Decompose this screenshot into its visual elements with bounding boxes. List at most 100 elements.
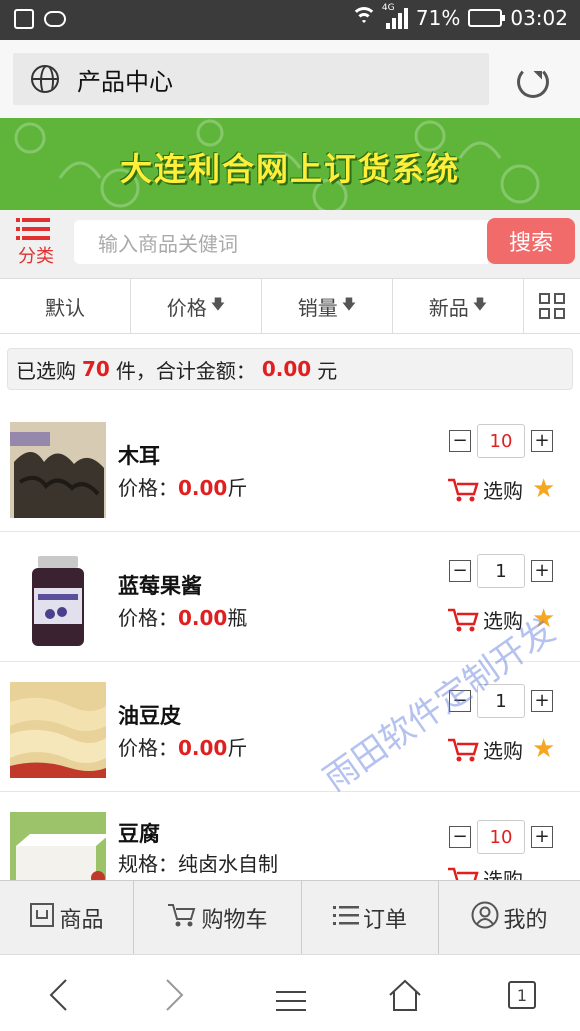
sort-price[interactable]: 价格 🡇 (131, 279, 262, 333)
product-price: 价格：0.00斤 (118, 732, 247, 761)
menu-icon[interactable] (273, 983, 309, 1019)
minus-button[interactable]: − (449, 826, 471, 848)
plus-button[interactable]: + (531, 826, 553, 848)
price-unit: 斤 (227, 736, 248, 760)
cloud-notification-icon (44, 11, 66, 27)
battery-percent: 71% (415, 6, 461, 30)
minus-button[interactable]: − (449, 560, 471, 582)
browser-nav-bar: 1 (0, 954, 580, 1031)
select-label: 选购 (483, 479, 523, 503)
minus-button[interactable]: − (449, 690, 471, 712)
product-item: 木耳 价格：0.00斤 − 10 + 选购 ★ (0, 402, 580, 532)
refresh-icon[interactable] (517, 66, 549, 98)
product-name: 豆腐 (118, 822, 160, 846)
product-icon (29, 902, 55, 934)
banner-title: 大连利合网上订货系统 (119, 150, 460, 188)
quantity-input[interactable]: 10 (477, 820, 525, 854)
tab-cart[interactable]: 购物车 (134, 881, 302, 954)
page-title: 产品中心 (77, 67, 173, 96)
product-price: 价格：0.00斤 (118, 472, 247, 501)
total-amount: 0.00 (261, 357, 312, 381)
tab-label: 购物车 (201, 907, 268, 933)
favorite-star-icon[interactable]: ★ (532, 604, 555, 634)
sort-label: 销量 (297, 295, 338, 320)
category-list-icon (16, 218, 50, 240)
sort-sales[interactable]: 销量 🡇 (262, 279, 393, 333)
quantity-input[interactable]: 1 (477, 684, 525, 718)
select-button[interactable]: 选购 (447, 735, 523, 764)
grid-view-button[interactable] (524, 279, 580, 333)
tab-profile[interactable]: 我的 (439, 881, 580, 954)
user-icon (471, 901, 499, 935)
tab-label: 商品 (59, 907, 104, 933)
search-input[interactable]: 输入商品关健词 (74, 220, 488, 264)
sort-new[interactable]: 新品 🡇 (393, 279, 524, 333)
battery-icon (468, 9, 506, 27)
sort-label: 新品 (428, 295, 469, 320)
tabs-button[interactable]: 1 (504, 977, 540, 1013)
tab-products[interactable]: 商品 (0, 881, 134, 954)
plus-button[interactable]: + (531, 430, 553, 452)
select-label: 选购 (483, 609, 523, 633)
tab-label: 订单 (362, 907, 407, 933)
cart-icon (167, 902, 197, 934)
address-field[interactable]: 产品中心 (13, 53, 489, 105)
arrow-down-icon: 🡇 (210, 297, 226, 313)
select-label: 选购 (483, 739, 523, 763)
back-icon[interactable] (40, 977, 76, 1013)
signal-icon: 4G (382, 3, 408, 29)
summary-suffix: 元 (317, 358, 338, 383)
price-amount: 0.00 (178, 606, 228, 630)
product-price: 价格：0.00瓶 (118, 602, 247, 631)
product-item: 油豆皮 价格：0.00斤 − 1 + 选购 ★ (0, 662, 580, 792)
category-button[interactable]: 分类 (8, 218, 64, 272)
price-amount: 0.00 (178, 476, 228, 500)
browser-address-bar: 产品中心 (0, 40, 580, 118)
quantity-input[interactable]: 10 (477, 424, 525, 458)
quantity-stepper: − 1 + (449, 554, 553, 588)
quantity-stepper: − 1 + (449, 684, 553, 718)
cart-icon (448, 738, 479, 761)
select-button[interactable]: 选购 (447, 605, 523, 634)
price-amount: 0.00 (178, 736, 228, 760)
bottom-tab-bar: 商品 购物车 订单 我的 (0, 880, 580, 954)
cart-icon (448, 608, 479, 631)
plus-button[interactable]: + (531, 560, 553, 582)
price-label: 价格： (118, 606, 178, 630)
sort-default[interactable]: 默认 (0, 279, 131, 333)
plus-button[interactable]: + (531, 690, 553, 712)
product-name: 蓝莓果酱 (118, 574, 202, 598)
favorite-star-icon[interactable]: ★ (532, 474, 555, 504)
price-unit: 斤 (227, 476, 248, 500)
sort-label: 默认 (45, 295, 85, 320)
wifi-icon (350, 7, 378, 29)
arrow-down-icon: 🡇 (472, 297, 488, 313)
product-image[interactable] (10, 422, 106, 518)
price-unit: 瓶 (227, 606, 248, 630)
sort-bar: 默认 价格 🡇 销量 🡇 新品 🡇 (0, 278, 580, 334)
category-label: 分类 (18, 246, 54, 267)
product-name: 油豆皮 (118, 704, 181, 728)
tab-label: 我的 (503, 907, 548, 933)
product-image[interactable] (10, 682, 106, 778)
summary-prefix: 已选购 (16, 358, 76, 383)
product-image[interactable] (10, 552, 106, 648)
favorite-star-icon[interactable]: ★ (532, 734, 555, 764)
spec-value: 纯卤水自制 (178, 852, 278, 876)
arrow-down-icon: 🡇 (341, 297, 357, 313)
search-button[interactable]: 搜索 (487, 218, 575, 264)
home-icon[interactable] (387, 977, 423, 1013)
minus-button[interactable]: − (449, 430, 471, 452)
search-row: 分类 输入商品关健词 搜索 (0, 210, 580, 278)
summary-middle: 件，合计金额： (115, 358, 256, 383)
gallery-notification-icon (14, 9, 34, 29)
product-spec: 规格：纯卤水自制 (118, 848, 278, 877)
quantity-input[interactable]: 1 (477, 554, 525, 588)
forward-icon[interactable] (157, 977, 193, 1013)
select-button[interactable]: 选购 (447, 475, 523, 504)
clock: 03:02 (510, 6, 568, 30)
tab-orders[interactable]: 订单 (302, 881, 439, 954)
quantity-stepper: − 10 + (449, 424, 553, 458)
cart-icon (448, 478, 479, 501)
status-bar: 4G 71% 03:02 (0, 0, 580, 40)
